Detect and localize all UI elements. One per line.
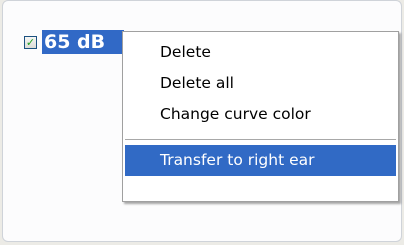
curve-item-label[interactable]: 65 dB <box>42 30 124 54</box>
menu-item-change-curve-color[interactable]: Change curve color <box>125 99 396 130</box>
checkmark-icon: ✓ <box>25 35 36 49</box>
context-menu: Delete Delete all Change curve color Tra… <box>122 31 399 202</box>
menu-item-transfer-to-right-ear[interactable]: Transfer to right ear <box>125 145 396 176</box>
curve-list-item[interactable]: ✓ 65 dB <box>24 29 124 55</box>
menu-item-delete-all[interactable]: Delete all <box>125 68 396 99</box>
menu-separator <box>125 139 396 140</box>
curve-visible-checkbox[interactable]: ✓ <box>24 35 37 49</box>
menu-item-delete[interactable]: Delete <box>125 37 396 68</box>
